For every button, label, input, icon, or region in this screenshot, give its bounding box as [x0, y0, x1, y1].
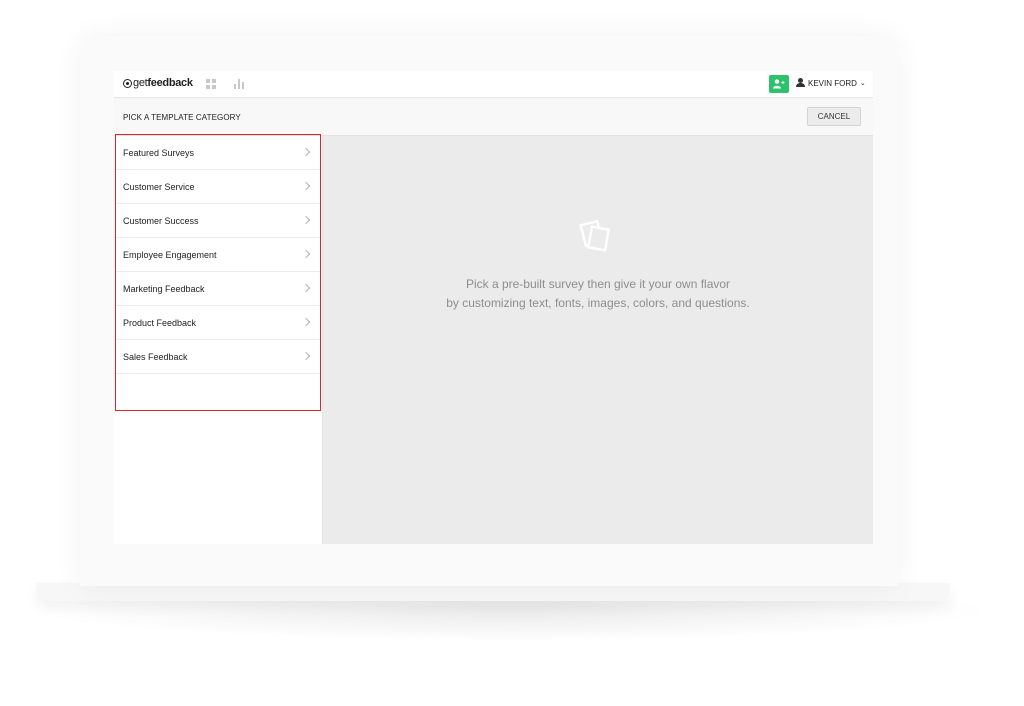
chevron-right-icon	[301, 249, 311, 259]
chevron-right-icon	[301, 147, 311, 157]
category-item-product-feedback[interactable]: Product Feedback	[115, 306, 321, 340]
chevron-down-icon: ⌄	[859, 80, 866, 87]
user-name: KEVIN FORD	[808, 78, 857, 88]
category-item-customer-success[interactable]: Customer Success	[115, 204, 321, 238]
empty-state-line-2: by customizing text, fonts, images, colo…	[446, 296, 750, 310]
category-item-sales-feedback[interactable]: Sales Feedback	[115, 340, 321, 374]
category-label: Product Feedback	[123, 318, 197, 328]
chevron-right-icon	[301, 215, 311, 225]
top-navigation-bar: get feedback KEVIN FORD ⌄	[114, 71, 873, 98]
chevron-right-icon	[301, 283, 311, 293]
template-subheader: PICK A TEMPLATE CATEGORY CANCEL	[114, 98, 873, 136]
page-title: PICK A TEMPLATE CATEGORY	[123, 113, 241, 122]
user-icon	[796, 78, 805, 88]
category-label: Marketing Feedback	[123, 284, 205, 294]
logo-bold: feedback	[147, 77, 193, 89]
category-item-featured-surveys[interactable]: Featured Surveys	[115, 136, 321, 170]
category-list: Featured Surveys Customer Service Custom…	[114, 136, 322, 374]
chevron-right-icon	[301, 317, 311, 327]
add-user-icon	[773, 79, 785, 89]
getfeedback-logo[interactable]: get feedback	[123, 77, 193, 89]
category-sidebar: Featured Surveys Customer Service Custom…	[114, 136, 323, 544]
category-item-customer-service[interactable]: Customer Service	[115, 170, 321, 204]
empty-state-message: Pick a pre-built survey then give it you…	[323, 275, 873, 313]
category-label: Featured Surveys	[123, 148, 195, 158]
logo-mark-icon	[123, 78, 132, 88]
chevron-right-icon	[301, 181, 311, 191]
reports-bar-chart-icon[interactable]	[234, 79, 244, 89]
category-item-employee-engagement[interactable]: Employee Engagement	[115, 238, 321, 272]
category-item-marketing-feedback[interactable]: Marketing Feedback	[115, 272, 321, 306]
template-cards-icon	[579, 219, 611, 252]
cancel-button[interactable]: CANCEL	[807, 107, 861, 126]
empty-state-line-1: Pick a pre-built survey then give it you…	[465, 277, 731, 291]
category-label: Employee Engagement	[123, 250, 217, 260]
category-label: Customer Success	[123, 216, 199, 226]
chevron-right-icon	[301, 351, 311, 361]
category-label: Sales Feedback	[123, 352, 188, 362]
user-menu[interactable]: KEVIN FORD ⌄	[796, 78, 866, 88]
add-user-button[interactable]	[769, 75, 789, 93]
app-screen: get feedback KEVIN FORD ⌄ PICK A TEMPLATE	[114, 71, 873, 544]
logo-prefix: get	[133, 77, 148, 89]
category-label: Customer Service	[123, 182, 195, 192]
dashboard-grid-icon[interactable]	[206, 79, 216, 89]
template-preview-area: Pick a pre-built survey then give it you…	[323, 136, 873, 544]
